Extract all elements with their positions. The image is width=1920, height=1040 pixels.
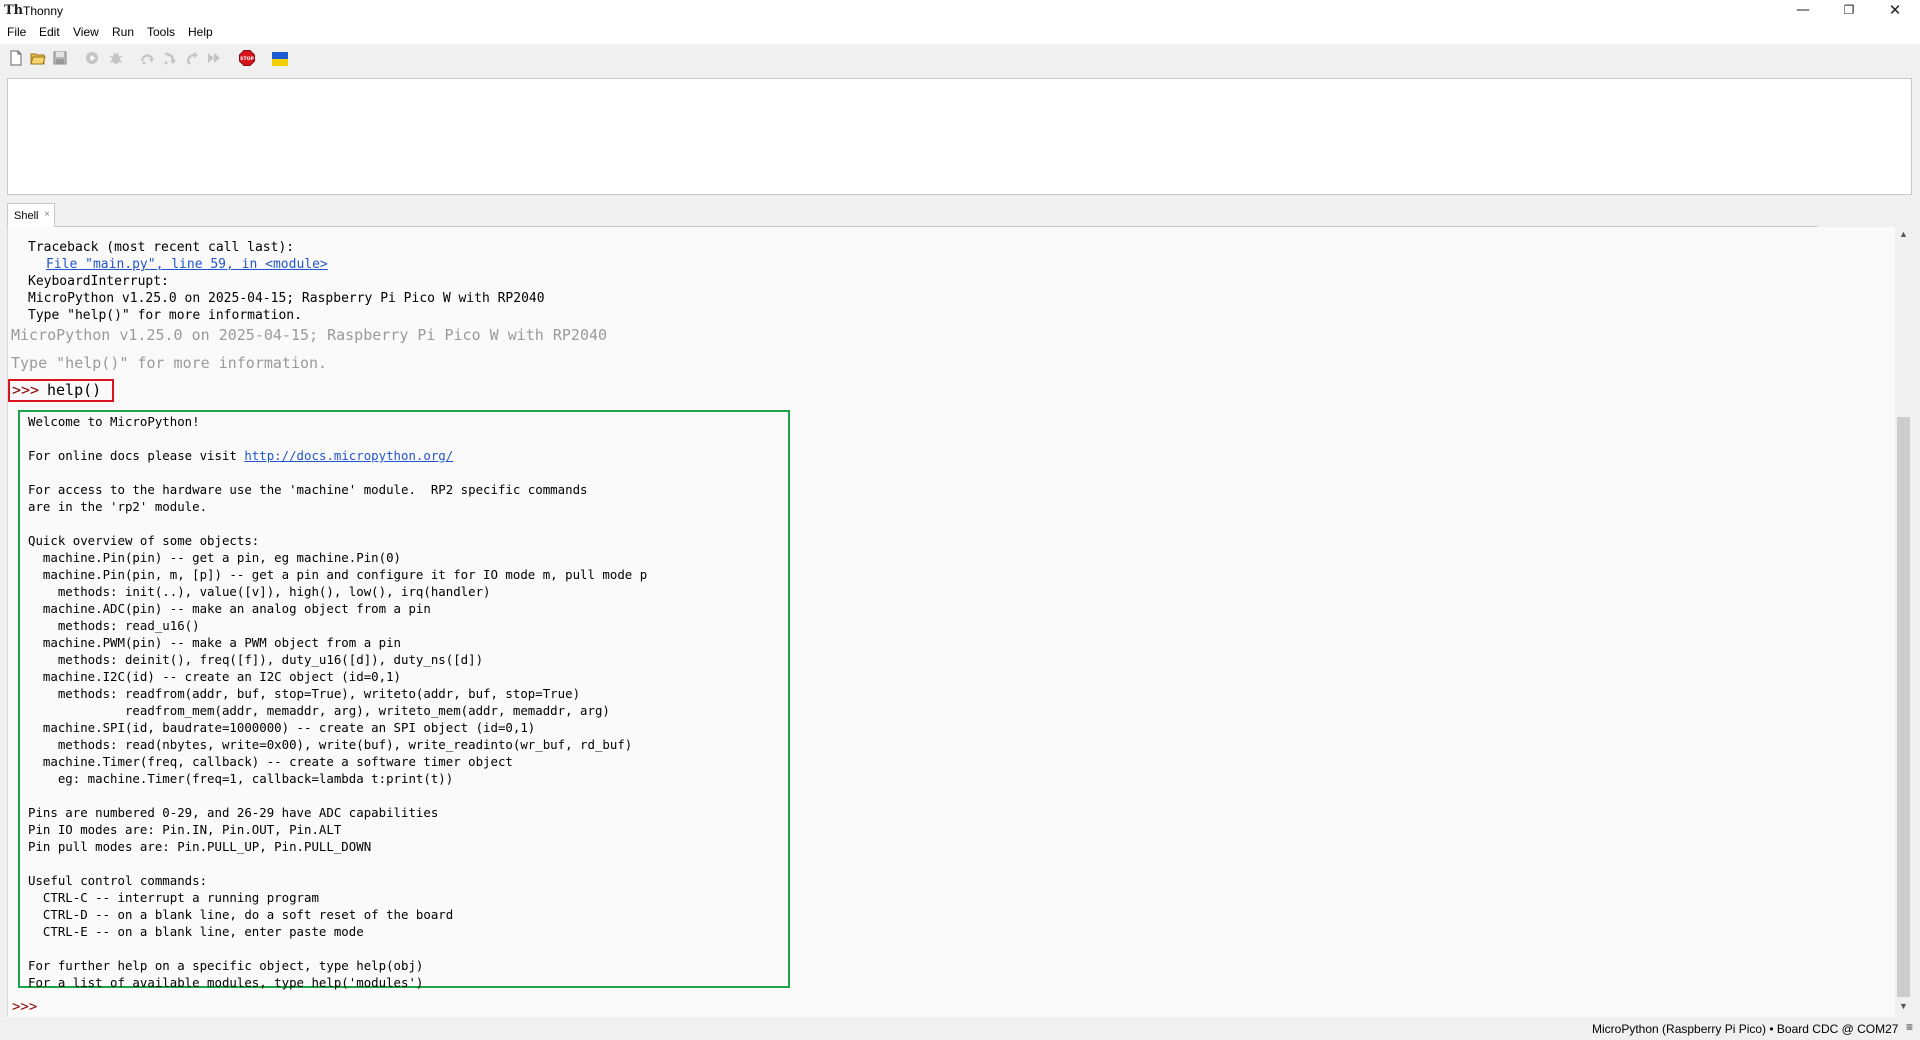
help-output-line: Useful control commands: (28, 873, 208, 888)
menu-run[interactable]: Run (112, 25, 134, 39)
traceback-file-link[interactable]: File "main.py", line 59, in <module> (46, 256, 328, 273)
help-output-line: machine.SPI(id, baudrate=1000000) -- cre… (28, 720, 536, 735)
help-output-line (28, 430, 647, 447)
help-output: Welcome to MicroPython! For online docs … (28, 413, 647, 991)
help-output-line: methods: init(..), value([v]), high(), l… (28, 584, 491, 599)
help-output-line: machine.PWM(pin) -- make a PWM object fr… (28, 635, 401, 650)
help-output-line: methods: readfrom(addr, buf, stop=True),… (28, 686, 581, 701)
shell-prompt: >>> (12, 381, 40, 399)
traceback-line: Traceback (most recent call last): (28, 240, 295, 255)
scroll-thumb[interactable] (1897, 417, 1910, 997)
help-output-line: readfrom_mem(addr, memaddr, arg), writet… (28, 703, 610, 718)
help-output-line (28, 940, 647, 957)
thonny-app-icon: Th (4, 3, 24, 18)
help-output-line: machine.I2C(id) -- create an I2C object … (28, 669, 401, 684)
status-bar: MicroPython (Raspberry Pi Pico) • Board … (0, 1018, 1920, 1040)
title-bar: Th Thonny — ❐ ✕ (0, 0, 1920, 22)
gray-version-line: MicroPython v1.25.0 on 2025-04-15; Raspb… (11, 326, 608, 344)
close-button[interactable]: ✕ (1872, 0, 1918, 22)
gray-type-help-line: Type "help()" for more information. (11, 354, 328, 372)
help-output-line: Quick overview of some objects: (28, 533, 260, 548)
stop-icon[interactable]: STOP (239, 50, 255, 66)
menu-help[interactable]: Help (188, 25, 213, 39)
shell-panel[interactable]: Traceback (most recent call last): File … (7, 227, 1912, 1017)
help-output-line: CTRL-E -- on a blank line, enter paste m… (28, 924, 364, 939)
shell-tab-bar: Shell × (7, 203, 1818, 228)
run-icon[interactable] (84, 50, 100, 66)
code-editor[interactable] (7, 78, 1912, 195)
step-over-icon[interactable] (140, 50, 156, 66)
help-output-line (28, 787, 647, 804)
final-shell-prompt[interactable]: >>> (12, 999, 37, 1016)
save-icon[interactable] (52, 50, 68, 66)
restore-button[interactable]: ❐ (1826, 0, 1872, 22)
step-into-icon[interactable] (162, 50, 178, 66)
help-output-line (28, 464, 647, 481)
interpreter-status[interactable]: MicroPython (Raspberry Pi Pico) • Board … (1592, 1022, 1898, 1036)
help-output-line: CTRL-D -- on a blank line, do a soft res… (28, 907, 454, 922)
help-output-line: methods: deinit(), freq([f]), duty_u16([… (28, 652, 484, 667)
resume-icon[interactable] (206, 50, 222, 66)
help-command: help() (47, 381, 102, 399)
help-output-line: eg: machine.Timer(freq=1, callback=lambd… (28, 771, 454, 786)
stop-label: STOP (240, 56, 254, 62)
menu-bar: File Edit View Run Tools Help (0, 22, 1920, 44)
help-output-line: For a list of available modules, type he… (28, 975, 424, 990)
menu-edit[interactable]: Edit (39, 25, 60, 39)
help-output-line: methods: read_u16() (28, 618, 200, 633)
help-output-line: machine.Pin(pin) -- get a pin, eg machin… (28, 550, 401, 565)
minimize-button[interactable]: — (1780, 0, 1826, 22)
help-output-line: Pin pull modes are: Pin.PULL_UP, Pin.PUL… (28, 839, 372, 854)
help-output-line: are in the 'rp2' module. (28, 499, 208, 514)
ukraine-flag-icon[interactable] (272, 51, 288, 66)
open-file-icon[interactable] (30, 50, 46, 66)
toolbar: STOP (0, 44, 1920, 72)
keyboard-interrupt-line: KeyboardInterrupt: (28, 274, 169, 289)
shell-scrollbar[interactable]: ▲ ▼ (1895, 227, 1912, 1017)
help-output-line: For online docs please visit http://docs… (28, 448, 454, 463)
help-output-line: machine.Timer(freq, callback) -- create … (28, 754, 513, 769)
type-help-line: Type "help()" for more information. (28, 308, 302, 323)
menu-view[interactable]: View (73, 25, 99, 39)
tab-shell[interactable]: Shell × (7, 203, 55, 227)
help-output-line: Pins are numbered 0-29, and 26-29 have A… (28, 805, 439, 820)
tab-close-icon[interactable]: × (44, 209, 50, 220)
window-title: Thonny (23, 4, 64, 18)
step-out-icon[interactable] (184, 50, 200, 66)
menu-tools[interactable]: Tools (147, 25, 175, 39)
help-output-line: CTRL-C -- interrupt a running program (28, 890, 319, 905)
help-output-line: For further help on a specific object, t… (28, 958, 424, 973)
help-output-line (28, 855, 647, 872)
tab-shell-label: Shell (14, 210, 39, 222)
help-output-line (28, 515, 647, 532)
help-output-line: machine.ADC(pin) -- make an analog objec… (28, 601, 431, 616)
help-output-line: For access to the hardware use the 'mach… (28, 482, 588, 497)
version-line: MicroPython v1.25.0 on 2025-04-15; Raspb… (28, 291, 545, 306)
new-file-icon[interactable] (8, 50, 24, 66)
scroll-up-icon[interactable]: ▲ (1895, 229, 1912, 243)
micropython-docs-link[interactable]: http://docs.micropython.org/ (244, 448, 453, 463)
debug-icon[interactable] (108, 50, 124, 66)
help-output-line: Pin IO modes are: Pin.IN, Pin.OUT, Pin.A… (28, 822, 342, 837)
menu-file[interactable]: File (7, 25, 26, 39)
help-output-line: methods: read(nbytes, write=0x00), write… (28, 737, 633, 752)
help-output-line: machine.Pin(pin, m, [p]) -- get a pin an… (28, 567, 648, 582)
help-output-line: Welcome to MicroPython! (28, 414, 200, 429)
scroll-down-icon[interactable]: ▼ (1895, 1001, 1912, 1015)
status-menu-icon[interactable]: ≡ (1906, 1020, 1913, 1034)
